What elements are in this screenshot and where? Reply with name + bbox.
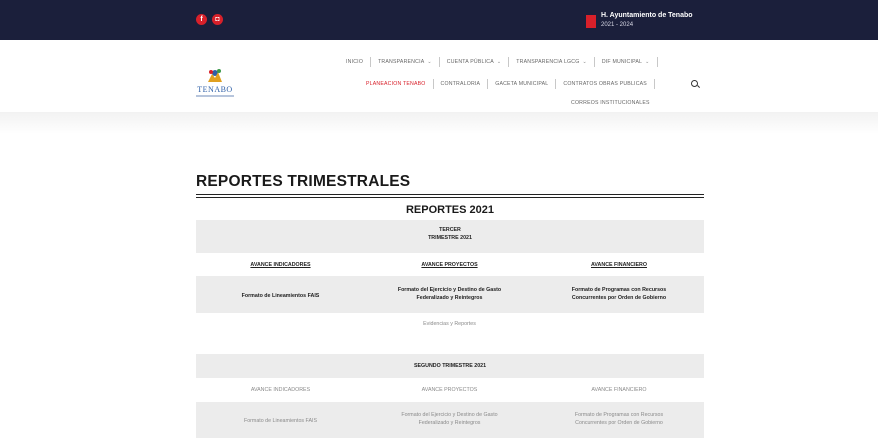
chevron-down-icon: ⌄ — [496, 59, 502, 65]
segundo-col-header-proyectos: AVANCE PROYECTOS — [421, 387, 478, 393]
nav-label: DIF MUNICIPAL — [601, 59, 643, 65]
chevron-down-icon: ⌄ — [645, 59, 650, 65]
nav-divider — [656, 57, 658, 67]
nav-divider — [508, 57, 510, 67]
link-line: Concurrentes por Orden de Gobierno — [575, 420, 663, 426]
tercer-link-ejercicio-destino[interactable]: Formato del Ejercicio y Destino de Gasto… — [365, 286, 534, 302]
tercer-link-programas-recursos[interactable]: Formato de Programas con Recursos Concur… — [534, 286, 704, 302]
nav-divider — [555, 79, 557, 89]
tercer-col-header-financiero: AVANCE FINANCIERO — [590, 262, 647, 268]
segundo-link-ejercicio-destino[interactable]: Formato del Ejercicio y Destino de Gasto… — [365, 411, 534, 427]
nav-divider — [370, 57, 372, 67]
nav-divider — [653, 79, 655, 89]
ayuntamiento-name: H. Ayuntamiento de Tenabo — [601, 12, 693, 19]
ayuntamiento-years: 2021 - 2024 — [601, 22, 634, 28]
page-title: REPORTES TRIMESTRALES — [196, 173, 411, 190]
nav-label: CUENTA PÚBLICA — [446, 59, 494, 65]
main-nav-row-3: CORREOS INSTITUCIONALES — [571, 100, 650, 106]
tercer-link-lineamientos-fais[interactable]: Formato de Lineamientos FAIS — [196, 292, 365, 300]
tercer-col-header-proyectos: AVANCE PROYECTOS — [421, 262, 478, 268]
nav-contratos-obras-publicas[interactable]: CONTRATOS OBRAS PUBLICAS — [563, 81, 647, 87]
header-shadow — [0, 112, 878, 134]
nav-divider — [593, 57, 595, 67]
link-line: Formato del Ejercicio y Destino de Gasto — [397, 287, 502, 293]
segundo-heading: SEGUNDO TRIMESTRE 2021 — [413, 363, 487, 369]
tercer-heading-line1: TERCER — [439, 227, 461, 233]
nav-inicio[interactable]: INICIO — [346, 59, 363, 65]
tercer-heading-line2: TRIMESTRE 2021 — [428, 235, 472, 241]
top-bar: f ◘ H. Ayuntamiento de Tenabo 2021 - 202… — [0, 0, 878, 40]
nav-transparencia[interactable]: TRANSPARENCIA ⌄ — [378, 59, 432, 65]
chevron-down-icon: ⌄ — [582, 59, 587, 65]
search-icon[interactable] — [691, 80, 698, 87]
segundo-link-lineamientos-fais[interactable]: Formato de Lineamientos FAIS — [196, 417, 365, 425]
segundo-col-header-financiero: AVANCE FINANCIERO — [591, 387, 647, 393]
nav-correos-institucionales[interactable]: CORREOS INSTITUCIONALES — [571, 100, 650, 106]
ayuntamiento-icon — [586, 15, 596, 28]
segundo-col-header-indicadores: AVANCE INDICADORES — [250, 387, 311, 393]
logo-emblem-icon — [208, 69, 222, 82]
title-divider — [196, 194, 704, 195]
nav-contraloria[interactable]: CONTRALORIA — [441, 81, 481, 87]
nav-divider — [438, 57, 440, 67]
link-line: Federalizado y Reintegros — [416, 295, 483, 301]
nav-dif-municipal[interactable]: DIF MUNICIPAL ⌄ — [602, 59, 650, 65]
logo-text: TENABO — [197, 85, 233, 94]
site-logo[interactable]: TENABO — [194, 66, 236, 100]
nav-transparencia-lgcg[interactable]: TRANSPARENCIA LGCG ⌄ — [516, 59, 587, 65]
nav-divider — [487, 79, 489, 89]
main-nav-row-1: INICIO TRANSPARENCIA ⌄ CUENTA PÚBLICA ⌄ TR… — [346, 57, 665, 67]
segundo-link-programas-recursos[interactable]: Formato de Programas con Recursos Concur… — [534, 411, 704, 427]
nav-cuenta-publica[interactable]: CUENTA PÚBLICA ⌄ — [447, 59, 502, 65]
link-line: Concurrentes por Orden de Gobierno — [571, 295, 667, 301]
year-heading: REPORTES 2021 — [405, 204, 495, 216]
link-line: Federalizado y Reintegros — [418, 420, 481, 426]
link-line: Formato de Programas con Recursos — [571, 287, 667, 293]
instagram-icon[interactable]: ◘ — [212, 14, 223, 25]
link-line: Formato de Programas con Recursos — [574, 412, 664, 418]
title-divider — [196, 197, 704, 198]
nav-planeacion-tenabo[interactable]: PLANEACION TENABO — [366, 81, 426, 87]
nav-label: TRANSPARENCIA LGCG — [516, 59, 580, 65]
logo-underline — [196, 95, 234, 97]
tercer-col-header-indicadores: AVANCE INDICADORES — [250, 262, 311, 268]
nav-divider — [432, 79, 434, 89]
tercer-link-evidencias[interactable]: Evidencias y Reportes — [365, 320, 534, 328]
nav-label: TRANSPARENCIA — [378, 59, 425, 65]
facebook-icon[interactable]: f — [196, 14, 207, 25]
link-line: Formato del Ejercicio y Destino de Gasto — [401, 412, 498, 418]
main-nav-row-2: PLANEACION TENABO CONTRALORIA GACETA MUN… — [366, 79, 662, 89]
nav-gaceta-municipal[interactable]: GACETA MUNICIPAL — [495, 81, 548, 87]
chevron-down-icon: ⌄ — [427, 59, 432, 65]
